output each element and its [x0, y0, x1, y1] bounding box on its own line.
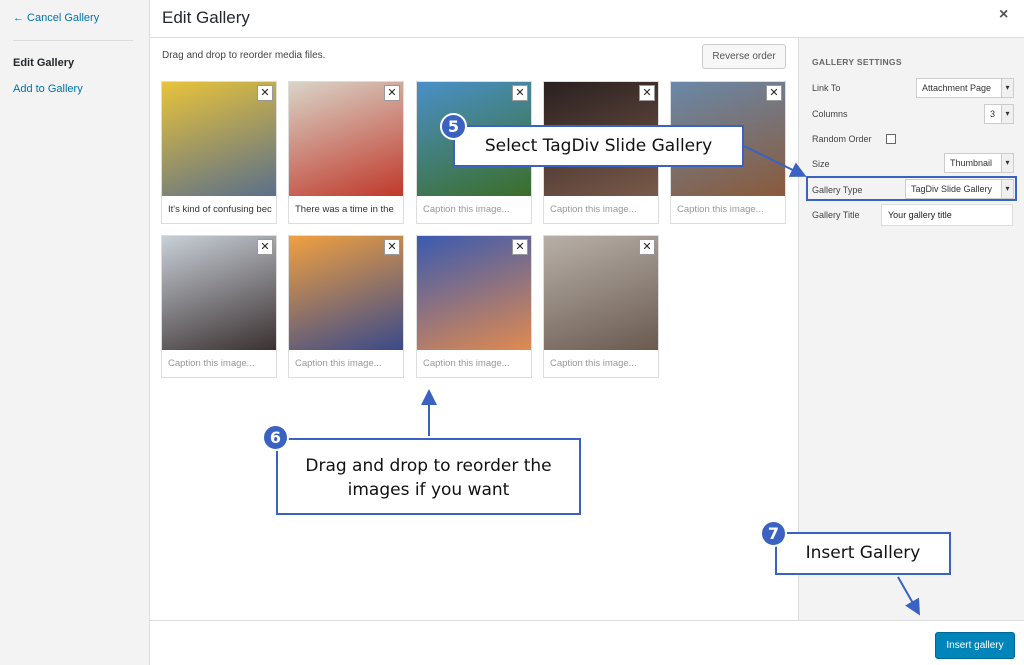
callout-7-arrow: [897, 576, 920, 616]
media-modal: ← Cancel Gallery Edit Gallery Add to Gal…: [0, 0, 1024, 665]
callout-6-box: Drag and drop to reorder the images if y…: [276, 438, 581, 515]
callout-5-box: Select TagDiv Slide Gallery: [453, 125, 744, 167]
callout-5-badge: 5: [440, 113, 467, 140]
callout-7-box: Insert Gallery: [775, 532, 951, 575]
callout-5-arrow: [743, 145, 807, 177]
callout-7-badge: 7: [760, 520, 787, 547]
callout-6-badge: 6: [262, 424, 289, 451]
